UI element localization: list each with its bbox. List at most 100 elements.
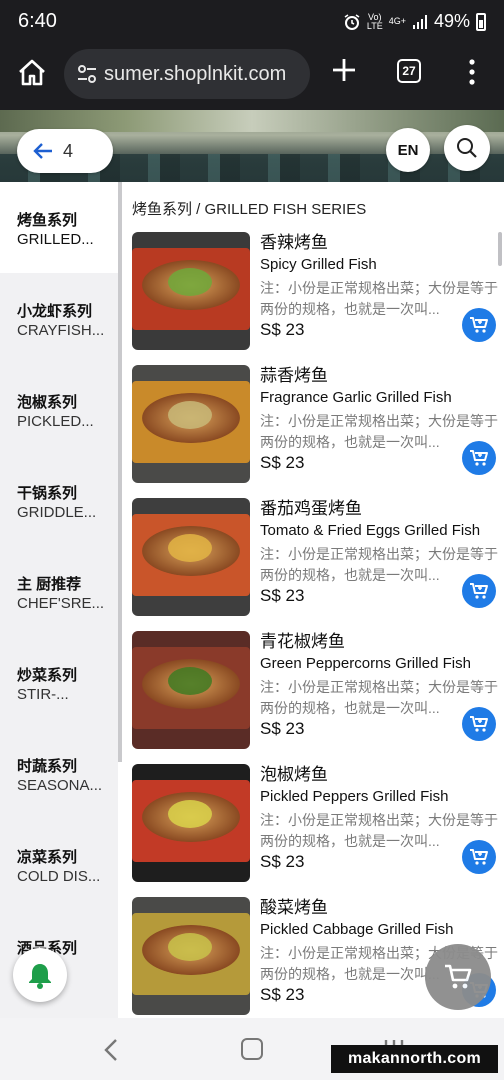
dish-info: 蒜香烤鱼 Fragrance Garlic Grilled Fish 注：小份是正常… — [260, 365, 504, 453]
sidebar-item-label-en: PICKLED... — [17, 413, 94, 430]
sidebar-item-label-en: SEASONA... — [17, 777, 103, 794]
back-button[interactable]: 4 — [17, 129, 113, 173]
sidebar-item[interactable]: 主 厨推荐 CHEF'SRE... — [0, 546, 118, 637]
dish-name-en: Green Peppercorns Grilled Fish — [260, 655, 471, 672]
sidebar-item-label-zh: 主 厨推荐 — [17, 576, 82, 593]
sidebar-item-label-zh: 烤鱼系列 — [17, 212, 78, 229]
dish-info: 青花椒烤鱼 Green Peppercorns Grilled Fish 注：小份是… — [260, 631, 504, 719]
sidebar-item-label-en: CHEF'SRE... — [17, 595, 105, 612]
sidebar-item[interactable]: 干锅系列 GRIDDLE... — [0, 455, 118, 546]
menu-item[interactable]: 香辣烤鱼 Spicy Grilled Fish 注：小份是正常规格出菜；大份是等于两… — [132, 232, 502, 365]
breadcrumb: 烤鱼系列 / GRILLED FISH SERIES — [132, 201, 367, 218]
sidebar-item-label-en: GRIDDLE... — [17, 504, 97, 521]
network-type: 4G+ — [388, 16, 406, 26]
sidebar-item[interactable]: 小龙虾系列 CRAYFISH... — [0, 273, 118, 364]
sidebar-item-label-zh: 泡椒系列 — [17, 394, 78, 411]
dish-name-en: Spicy Grilled Fish — [260, 256, 377, 273]
language-button[interactable]: EN — [386, 128, 430, 172]
dish-name-zh: 香辣烤鱼 — [260, 233, 328, 252]
sidebar-item-label-zh: 时蔬系列 — [17, 758, 78, 775]
dish-price: S$ 23 — [260, 719, 305, 738]
sidebar-item-label-en: CRAYFISH... — [17, 322, 105, 339]
add-to-cart-button[interactable] — [462, 707, 496, 741]
sidebar-item-label-zh: 凉菜系列 — [17, 849, 78, 866]
dish-price: S$ 23 — [260, 320, 305, 339]
dish-image[interactable] — [132, 365, 250, 483]
battery-percent: 49% — [433, 11, 470, 31]
status-icons: Vo) LTE 4G+ 49% — [343, 11, 486, 32]
new-tab-icon[interactable] — [330, 56, 358, 84]
add-to-cart-button[interactable] — [462, 441, 496, 475]
sidebar-item-label-en: COLD DIS... — [17, 868, 101, 885]
sidebar-item-label-zh: 炒菜系列 — [17, 667, 78, 684]
category-sidebar: 烤鱼系列 GRILLED... 小龙虾系列 CRAYFISH... 泡椒系列 PICKLE… — [0, 182, 118, 1018]
back-count: 4 — [63, 140, 74, 161]
sidebar-item-label-zh: 干锅系列 — [17, 485, 78, 502]
sidebar-item-label-en: GRILLED... — [17, 231, 94, 248]
status-bar: 6:40 Vo) LTE 4G+ 49% — [0, 0, 504, 44]
dish-name-en: Pickled Peppers Grilled Fish — [260, 788, 449, 805]
cart-icon — [470, 716, 488, 732]
dish-garnish — [168, 534, 212, 562]
cart-icon — [470, 583, 488, 599]
floating-cart-button[interactable] — [425, 944, 491, 1010]
dish-info: 泡椒烤鱼 Pickled Peppers Grilled Fish 注：小份是正常规… — [260, 764, 504, 852]
add-to-cart-button[interactable] — [462, 308, 496, 342]
dish-garnish — [168, 800, 212, 828]
sidebar-item[interactable]: 烤鱼系列 GRILLED... — [0, 182, 118, 273]
dish-image[interactable] — [132, 897, 250, 1015]
cart-icon — [470, 317, 488, 333]
watermark: makannorth.com — [331, 1045, 498, 1073]
cart-icon — [470, 849, 488, 865]
cart-icon — [470, 450, 488, 466]
dish-name-zh: 酸菜烤鱼 — [260, 898, 328, 917]
dish-name-en: Tomato & Fried Eggs Grilled Fish — [260, 522, 481, 539]
dish-price: S$ 23 — [260, 852, 305, 871]
sidebar-item[interactable]: 炒菜系列 STIR-... — [0, 637, 118, 728]
battery-icon — [476, 12, 486, 31]
dish-image[interactable] — [132, 631, 250, 749]
dish-name-zh: 番茄鸡蛋烤鱼 — [260, 499, 362, 518]
bell-icon — [29, 964, 51, 989]
nav-home-icon[interactable] — [241, 1038, 263, 1060]
dish-garnish — [168, 667, 212, 695]
dish-garnish — [168, 268, 212, 296]
browser-toolbar: sumer.shoplnkit.com 27 — [0, 44, 504, 110]
sidebar-item[interactable]: 时蔬系列 SEASONA... — [0, 728, 118, 819]
sidebar-item[interactable]: 泡椒系列 PICKLED... — [0, 364, 118, 455]
content-scrollbar[interactable] — [498, 232, 502, 266]
dish-price: S$ 23 — [260, 586, 305, 605]
search-icon — [457, 138, 477, 158]
menu-item[interactable]: 番茄鸡蛋烤鱼 Tomato & Fried Eggs Grilled Fish 注：… — [132, 498, 502, 631]
search-button[interactable] — [444, 125, 490, 171]
arrow-left-icon — [33, 143, 52, 159]
more-menu-icon[interactable] — [462, 58, 482, 86]
status-time: 6:40 — [18, 10, 57, 32]
hero-banner: 4 EN — [0, 110, 504, 182]
dish-name-en: Fragrance Garlic Grilled Fish — [260, 389, 452, 406]
tab-switcher-button[interactable]: 27 — [397, 59, 421, 83]
nav-back-icon[interactable] — [102, 1038, 120, 1062]
dish-name-en: Pickled Cabbage Grilled Fish — [260, 921, 454, 938]
dish-name-zh: 泡椒烤鱼 — [260, 765, 328, 784]
menu-item[interactable]: 蒜香烤鱼 Fragrance Garlic Grilled Fish 注：小份是正常… — [132, 365, 502, 498]
sidebar-item-label-zh: 小龙虾系列 — [17, 303, 93, 320]
dish-garnish — [168, 401, 212, 429]
dish-image[interactable] — [132, 764, 250, 882]
menu-item[interactable]: 青花椒烤鱼 Green Peppercorns Grilled Fish 注：小份是… — [132, 631, 502, 764]
add-to-cart-button[interactable] — [462, 574, 496, 608]
dish-image[interactable] — [132, 498, 250, 616]
sidebar-item-label-en: STIR-... — [17, 686, 69, 703]
dish-info: 番茄鸡蛋烤鱼 Tomato & Fried Eggs Grilled Fish 注：… — [260, 498, 504, 586]
dish-name-zh: 蒜香烤鱼 — [260, 366, 328, 385]
notification-button[interactable] — [13, 948, 67, 1002]
volte-label: Vo) LTE — [366, 11, 383, 31]
sidebar-item[interactable]: 凉菜系列 COLD DIS... — [0, 819, 118, 910]
address-bar[interactable]: sumer.shoplnkit.com — [64, 49, 310, 99]
menu-item[interactable]: 泡椒烤鱼 Pickled Peppers Grilled Fish 注：小份是正常规… — [132, 764, 502, 897]
add-to-cart-button[interactable] — [462, 840, 496, 874]
site-settings-icon[interactable] — [76, 63, 98, 85]
dish-image[interactable] — [132, 232, 250, 350]
dish-name-zh: 青花椒烤鱼 — [260, 632, 345, 651]
home-icon[interactable] — [16, 57, 48, 89]
